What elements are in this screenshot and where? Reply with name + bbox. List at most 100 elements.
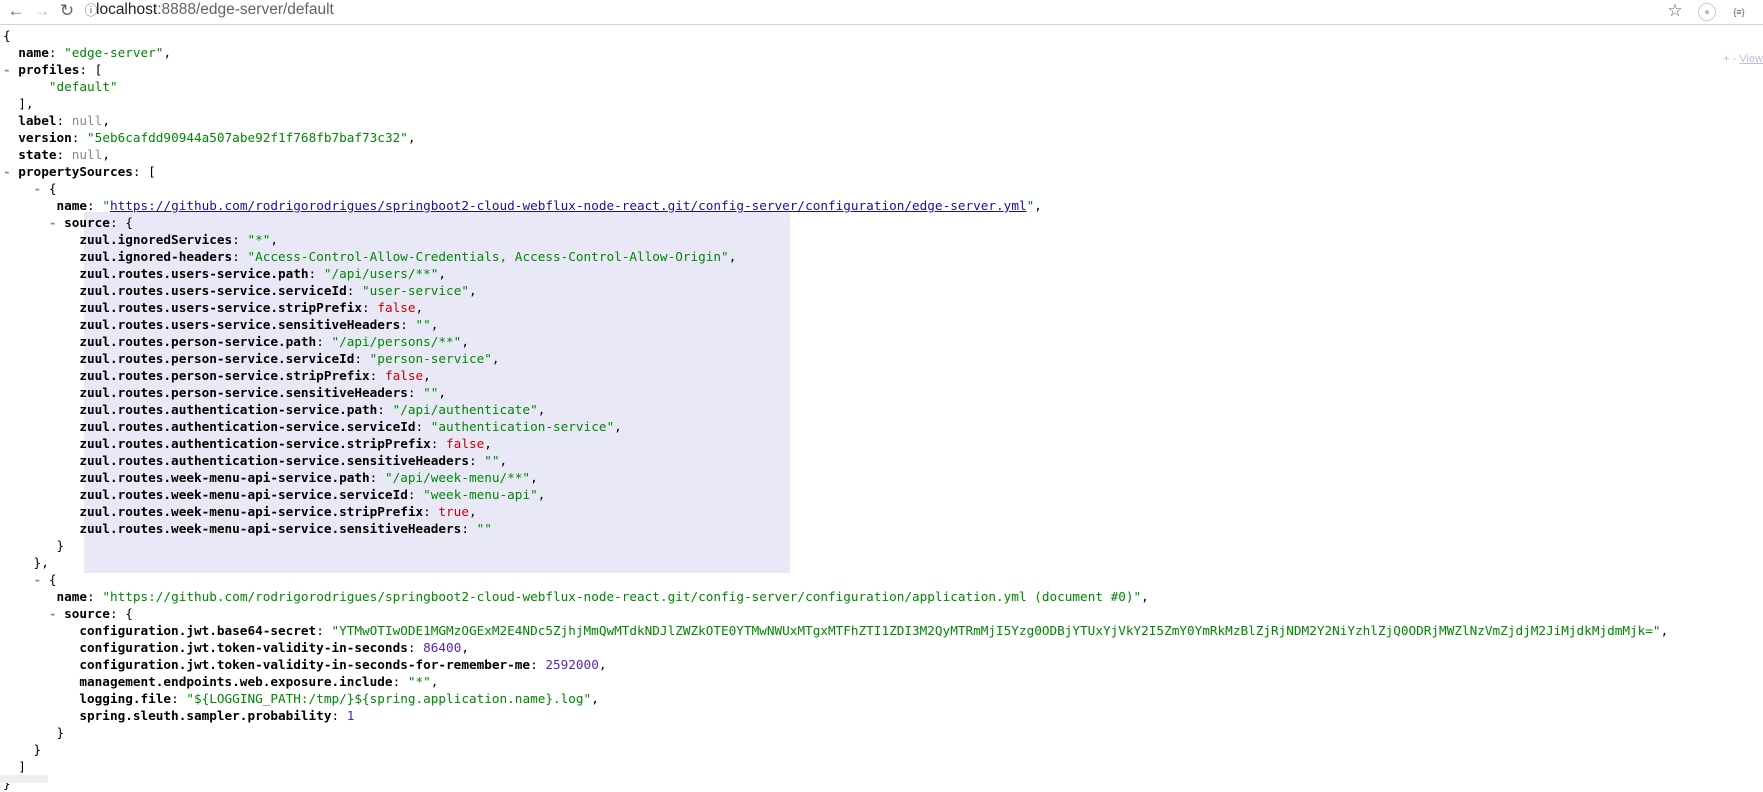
json-line: configuration.jwt.base64-secret: "YTMwOT…	[3, 622, 1668, 639]
json-value: "*"	[407, 674, 431, 689]
json-punctuation: :	[369, 470, 385, 485]
json-punctuation	[3, 249, 79, 264]
json-punctuation	[3, 504, 79, 519]
json-punctuation: ,	[491, 351, 500, 366]
json-line: }	[3, 537, 64, 554]
address-bar[interactable]: localhost:8888/edge-server/default	[96, 0, 334, 21]
json-url-link[interactable]: https://github.com/rodrigorodrigues/spri…	[110, 198, 1027, 213]
json-punctuation: :	[415, 419, 431, 434]
json-punctuation: ,	[438, 266, 447, 281]
json-punctuation: ,	[270, 232, 279, 247]
json-line: - source: {	[3, 214, 133, 231]
json-punctuation: ,	[499, 453, 508, 468]
json-punctuation: ,	[614, 419, 622, 434]
view-raw-link[interactable]: View	[1739, 53, 1763, 65]
json-punctuation: }	[3, 742, 42, 757]
json-key: zuul.ignored-headers	[79, 249, 233, 264]
expand-all-button[interactable]: +	[1723, 53, 1729, 65]
json-punctuation	[3, 113, 18, 128]
json-value: false	[377, 300, 416, 315]
json-punctuation: ,	[1141, 589, 1149, 604]
reload-icon[interactable]: ↻	[57, 1, 77, 21]
json-punctuation	[3, 300, 79, 315]
json-punctuation: ,	[1034, 198, 1042, 213]
json-key: zuul.routes.week-menu-api-service.sensit…	[79, 521, 462, 536]
json-punctuation: ,	[537, 402, 546, 417]
json-punctuation	[3, 589, 56, 604]
json-punctuation: :	[316, 623, 332, 638]
json-key: name	[56, 589, 88, 604]
collapse-toggle-icon[interactable]: -	[3, 572, 49, 587]
url-path: :8888/edge-server/default	[157, 1, 334, 18]
json-line: }	[3, 741, 42, 758]
json-line: ]	[3, 758, 26, 775]
collapse-all-button[interactable]: -	[1733, 53, 1737, 65]
collapse-toggle-icon[interactable]: -	[3, 215, 64, 230]
json-punctuation: ,	[430, 674, 439, 689]
json-punctuation: ,	[468, 504, 477, 519]
json-punctuation: :	[377, 402, 393, 417]
status-bar	[0, 775, 48, 783]
json-punctuation	[3, 198, 56, 213]
json-line: zuul.routes.person-service.stripPrefix: …	[3, 367, 430, 384]
json-punctuation: ,	[102, 113, 110, 128]
json-punctuation: {	[3, 28, 11, 43]
json-line: version: "5eb6cafdd90944a507abe92f1f768f…	[3, 129, 415, 146]
json-punctuation	[3, 674, 79, 689]
json-line: name: "https://github.com/rodrigorodrigu…	[3, 197, 1042, 214]
back-icon[interactable]: ←	[6, 1, 26, 21]
json-punctuation: :	[87, 198, 103, 213]
json-key: version	[18, 130, 72, 145]
json-key: zuul.routes.person-service.stripPrefix	[79, 368, 370, 383]
json-key: management.endpoints.web.exposure.includ…	[79, 674, 393, 689]
json-key: zuul.routes.authentication-service.servi…	[79, 419, 416, 434]
json-punctuation: ,	[484, 436, 492, 451]
json-punctuation: :	[430, 436, 447, 451]
json-line: "default"	[3, 78, 118, 95]
json-line: zuul.routes.person-service.sensitiveHead…	[3, 384, 446, 401]
json-punctuation: :	[56, 147, 72, 162]
collapse-toggle-icon[interactable]: -	[3, 62, 18, 77]
json-line: zuul.routes.users-service.sensitiveHeade…	[3, 316, 438, 333]
json-key: zuul.routes.week-menu-api-service.path	[79, 470, 370, 485]
json-punctuation: },	[3, 555, 49, 570]
json-value: "YTMwOTIwODE1MGMzOGExM2E4NDc5ZjhjMmQwMTd…	[331, 623, 1661, 638]
json-punctuation: }	[3, 725, 65, 740]
json-viewer-extension-icon[interactable]: {≡}	[1730, 3, 1748, 21]
json-value: ""	[484, 453, 500, 468]
json-line: },	[3, 554, 49, 571]
json-value: "/api/authenticate"	[392, 402, 538, 417]
json-value: "default"	[48, 79, 118, 94]
json-punctuation: :	[407, 487, 424, 502]
collapse-toggle-icon[interactable]: -	[3, 606, 64, 621]
json-line: zuul.routes.week-menu-api-service.path: …	[3, 469, 537, 486]
json-punctuation: :	[346, 283, 363, 298]
json-line: configuration.jwt.token-validity-in-seco…	[3, 656, 606, 673]
json-punctuation	[3, 623, 79, 638]
json-punctuation: :	[407, 385, 424, 400]
json-value: "week-menu-api"	[423, 487, 538, 502]
json-punctuation: :	[171, 691, 187, 706]
json-key: zuul.routes.users-service.stripPrefix	[79, 300, 363, 315]
json-punctuation	[3, 708, 79, 723]
bookmark-star-icon[interactable]: ☆	[1665, 1, 1685, 21]
json-punctuation: {	[48, 572, 57, 587]
json-punctuation: :	[48, 45, 65, 60]
json-punctuation: ,	[438, 385, 447, 400]
json-punctuation: ,	[598, 657, 607, 672]
extension-icon[interactable]: ●	[1698, 3, 1716, 21]
collapse-toggle-icon[interactable]: -	[3, 164, 18, 179]
json-punctuation: ,	[461, 640, 469, 655]
json-punctuation: : [	[132, 164, 156, 179]
json-value: ""	[476, 521, 492, 536]
forward-icon[interactable]: →	[32, 1, 52, 21]
collapse-toggle-icon[interactable]: -	[3, 181, 49, 196]
json-key: zuul.routes.users-service.path	[79, 266, 309, 281]
json-value: false	[384, 368, 424, 383]
json-value: "/api/week-menu/**"	[384, 470, 531, 485]
json-line: zuul.routes.authentication-service.sensi…	[3, 452, 507, 469]
json-line: zuul.routes.users-service.serviceId: "us…	[3, 282, 476, 299]
json-key: propertySources	[18, 164, 133, 179]
json-value: false	[446, 436, 485, 451]
json-line: - {	[3, 571, 57, 588]
